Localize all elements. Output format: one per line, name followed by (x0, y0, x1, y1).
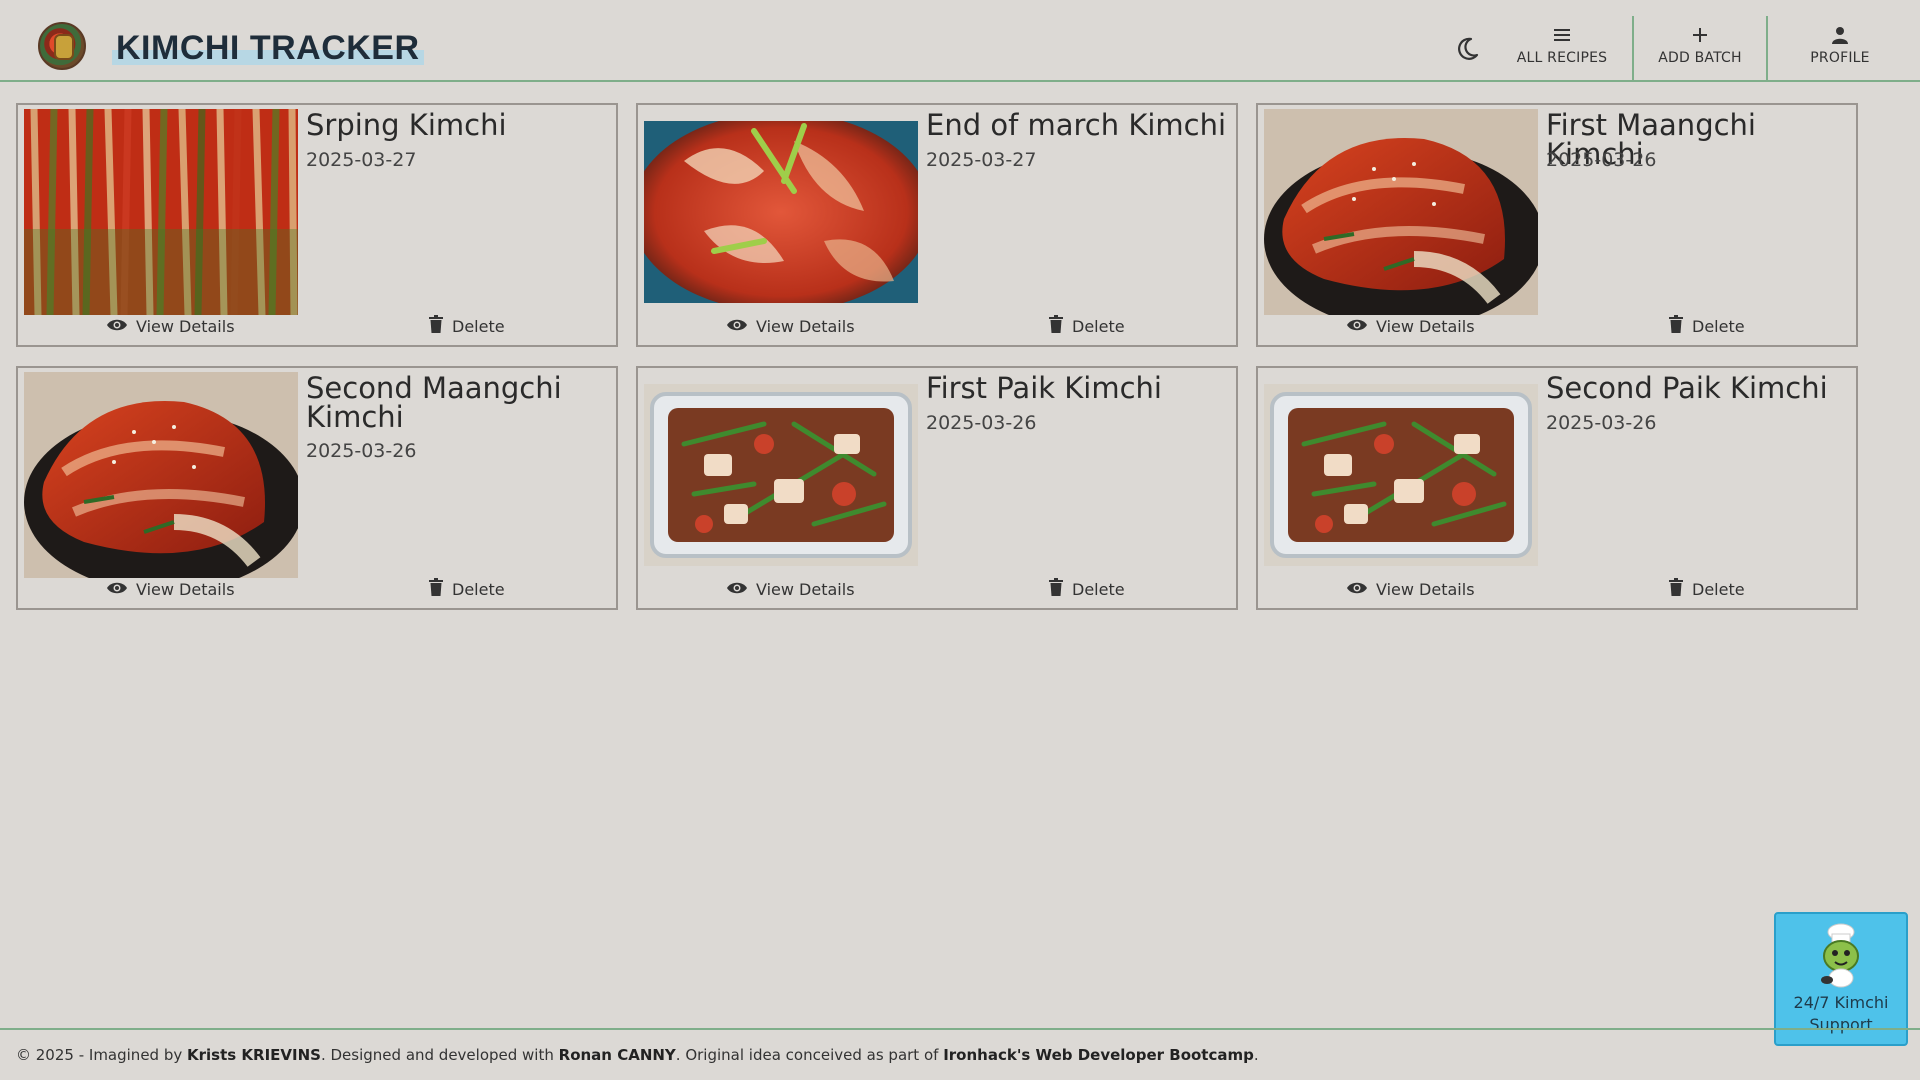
batch-date: 2025-03-26 (1546, 412, 1657, 434)
trash-icon (428, 315, 444, 337)
batch-title: Second Maangchi Kimchi (306, 371, 562, 434)
nav-all-recipes[interactable]: ALL RECIPES (1508, 16, 1616, 80)
nav-add-batch[interactable]: ADD BATCH (1632, 16, 1768, 80)
batch-date: 2025-03-27 (306, 149, 417, 171)
nav-profile[interactable]: PROFILE (1786, 16, 1894, 80)
batch-card: First Paik Kimchi 2025-03-26 View Detail… (636, 366, 1238, 610)
view-details-label: View Details (756, 579, 855, 599)
batch-title: First Paik Kimchi (926, 371, 1162, 405)
batch-date: 2025-03-26 (926, 412, 1037, 434)
view-details-label: View Details (1376, 579, 1475, 599)
view-details-label: View Details (1376, 316, 1475, 336)
delete-button[interactable]: Delete (428, 578, 505, 600)
view-details-label: View Details (756, 316, 855, 336)
user-icon (1831, 24, 1849, 46)
eye-icon (1346, 317, 1368, 336)
kimchi-image[interactable] (1264, 384, 1538, 566)
footer-author-2: Ronan CANNY (558, 1046, 676, 1064)
list-icon (1553, 24, 1571, 46)
view-details-button[interactable]: View Details (1346, 578, 1475, 600)
nav-add-batch-label: ADD BATCH (1658, 50, 1742, 66)
nav-profile-label: PROFILE (1810, 50, 1870, 66)
batch-card: Second Paik Kimchi 2025-03-26 View Detai… (1256, 366, 1858, 610)
kimchi-image[interactable] (644, 121, 918, 303)
kimchi-support-button[interactable]: 24/7 Kimchi Support (1774, 912, 1908, 1046)
view-details-label: View Details (136, 316, 235, 336)
app-header: KIMCHI TRACKER ALL RECIPES ADD BATCH PRO… (0, 0, 1920, 82)
trash-icon (1048, 578, 1064, 600)
view-details-button[interactable]: View Details (106, 578, 235, 600)
view-details-label: View Details (136, 579, 235, 599)
view-details-button[interactable]: View Details (106, 315, 235, 337)
delete-button[interactable]: Delete (1048, 578, 1125, 600)
eye-icon (106, 317, 128, 336)
delete-button[interactable]: Delete (1668, 315, 1745, 337)
view-details-button[interactable]: View Details (726, 315, 855, 337)
delete-label: Delete (1072, 316, 1125, 336)
footer-middle-2: . Original idea conceived as part of (675, 1046, 944, 1064)
batch-title: Second Paik Kimchi (1546, 371, 1828, 405)
batch-date: 2025-03-26 (306, 440, 417, 462)
view-details-button[interactable]: View Details (1346, 315, 1475, 337)
batch-title: Srping Kimchi (306, 108, 507, 142)
batch-title: End of march Kimchi (926, 108, 1227, 142)
delete-button[interactable]: Delete (1668, 578, 1745, 600)
kimchi-image[interactable] (644, 384, 918, 566)
trash-icon (1048, 315, 1064, 337)
app-title[interactable]: KIMCHI TRACKER (112, 28, 424, 68)
batch-card: First Maangchi Kimchi 2025-03-26 View De… (1256, 103, 1858, 347)
eye-icon (106, 580, 128, 599)
delete-label: Delete (452, 579, 505, 599)
batch-card: End of march Kimchi 2025-03-27 View Deta… (636, 103, 1238, 347)
footer-middle: . Designed and developed with (320, 1046, 559, 1064)
delete-button[interactable]: Delete (1048, 315, 1125, 337)
trash-icon (1668, 315, 1684, 337)
batch-card: Second Maangchi Kimchi 2025-03-26 View D… (16, 366, 618, 610)
view-details-button[interactable]: View Details (726, 578, 855, 600)
moon-icon[interactable] (1452, 34, 1482, 64)
batch-card: Srping Kimchi 2025-03-27 View Details De… (16, 103, 618, 347)
footer-program: Ironhack's Web Developer Bootcamp (943, 1046, 1254, 1064)
delete-label: Delete (1072, 579, 1125, 599)
plus-icon (1692, 24, 1708, 46)
delete-label: Delete (1692, 316, 1745, 336)
kimchi-image[interactable] (24, 372, 298, 578)
kimchi-image[interactable] (24, 109, 298, 315)
trash-icon (428, 578, 444, 600)
kimchi-logo[interactable] (38, 22, 86, 70)
footer-prefix: © 2025 - Imagined by (16, 1046, 187, 1064)
batch-date: 2025-03-27 (926, 149, 1037, 171)
delete-label: Delete (452, 316, 505, 336)
nav-all-recipes-label: ALL RECIPES (1516, 50, 1608, 66)
chef-mascot-icon (1816, 922, 1866, 994)
footer-suffix: . (1253, 1046, 1259, 1064)
eye-icon (726, 580, 748, 599)
eye-icon (726, 317, 748, 336)
footer: © 2025 - Imagined by Krists KRIEVINS. De… (0, 1028, 1920, 1080)
kimchi-image[interactable] (1264, 109, 1538, 315)
delete-label: Delete (1692, 579, 1745, 599)
delete-button[interactable]: Delete (428, 315, 505, 337)
footer-author-1: Krists KRIEVINS (187, 1046, 321, 1064)
batch-date: 2025-03-26 (1546, 149, 1657, 171)
eye-icon (1346, 580, 1368, 599)
trash-icon (1668, 578, 1684, 600)
